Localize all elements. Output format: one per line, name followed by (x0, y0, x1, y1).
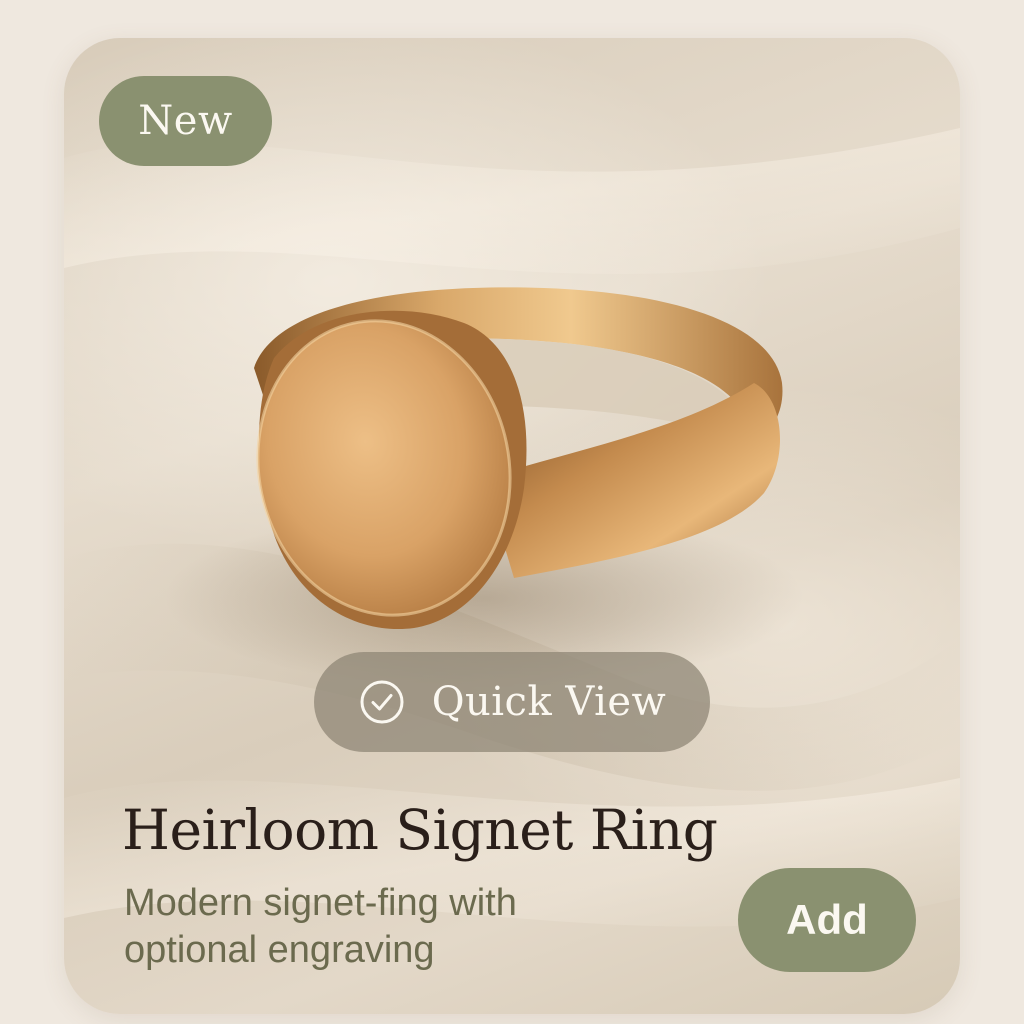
check-circle-icon (360, 680, 404, 724)
product-card[interactable]: New Quick View Heirloom Signet Ring Mode… (64, 38, 960, 1014)
add-to-cart-button[interactable]: Add (738, 868, 916, 972)
quick-view-label: Quick View (431, 679, 667, 725)
quick-view-button[interactable]: Quick View (314, 652, 710, 752)
product-title: Heirloom Signet Ring (122, 798, 718, 862)
new-badge: New (99, 76, 272, 166)
product-description: Modern signet-fing with optional engravi… (124, 882, 517, 971)
